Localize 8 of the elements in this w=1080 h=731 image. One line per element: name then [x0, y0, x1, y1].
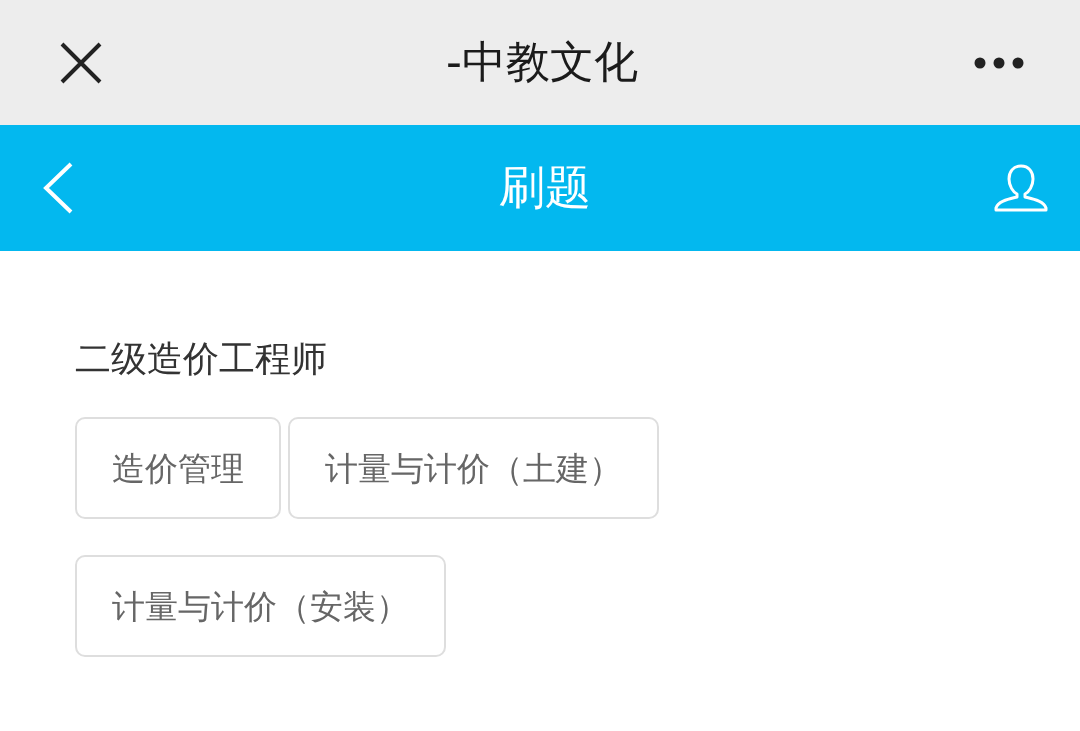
header-title: 刷题 — [499, 160, 591, 216]
subject-button[interactable]: 造价管理 — [75, 417, 281, 520]
close-icon[interactable] — [60, 41, 102, 84]
subject-button[interactable]: 计量与计价（土建） — [288, 417, 659, 520]
subject-button[interactable]: 计量与计价（安装） — [75, 555, 446, 658]
page-title: -中教文化 — [446, 36, 638, 89]
more-icon[interactable] — [974, 56, 1024, 69]
section-title: 二级造价工程师 — [75, 337, 328, 381]
